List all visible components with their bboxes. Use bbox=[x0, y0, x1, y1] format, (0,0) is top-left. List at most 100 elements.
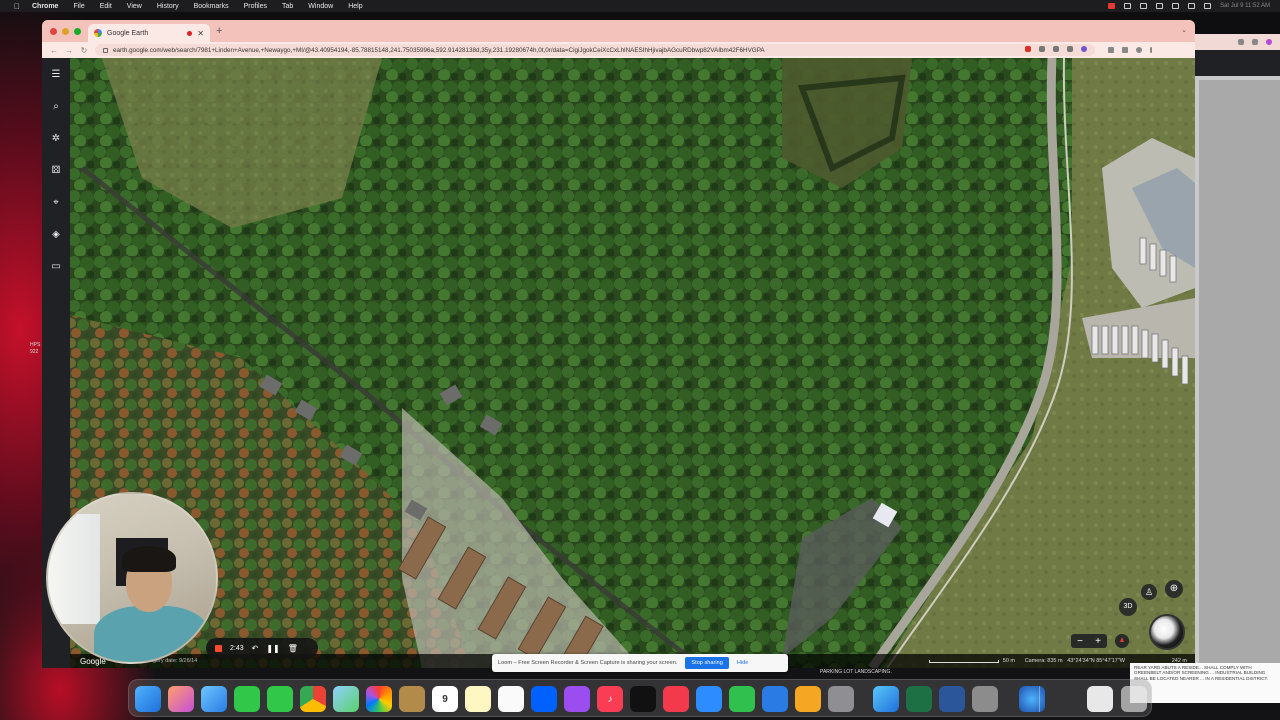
keynote-icon[interactable] bbox=[762, 686, 788, 712]
maximize-window-icon[interactable] bbox=[74, 28, 81, 35]
new-tab-button[interactable]: + bbox=[216, 25, 222, 37]
menu-window[interactable]: Window bbox=[308, 3, 333, 10]
photos-icon[interactable] bbox=[366, 686, 392, 712]
hide-banner-button[interactable]: Hide bbox=[737, 660, 749, 666]
downloads-stack-icon[interactable] bbox=[1087, 686, 1113, 712]
battery-icon[interactable] bbox=[1172, 3, 1180, 9]
close-tab-icon[interactable]: ✕ bbox=[197, 29, 204, 38]
messages-icon[interactable] bbox=[267, 686, 293, 712]
webcam-window bbox=[48, 514, 100, 624]
calendar-icon[interactable]: 9 bbox=[432, 686, 458, 712]
forward-icon[interactable]: → bbox=[65, 46, 73, 55]
mail-icon[interactable] bbox=[201, 686, 227, 712]
restart-icon[interactable]: ↶ bbox=[252, 644, 259, 653]
globe-overview-icon[interactable] bbox=[1149, 614, 1185, 650]
globe-app-icon[interactable] bbox=[1019, 686, 1045, 712]
back-icon[interactable]: ← bbox=[50, 46, 58, 55]
zoom-icon[interactable] bbox=[696, 686, 722, 712]
apple-tv-icon[interactable] bbox=[630, 686, 656, 712]
coordinates-readout: 43°24'34"N 85°47'17"W bbox=[1067, 658, 1125, 664]
voyager-icon[interactable]: ✲ bbox=[49, 132, 63, 146]
reload-icon[interactable]: ↻ bbox=[80, 46, 88, 55]
extension-loom-icon[interactable] bbox=[1081, 46, 1087, 52]
menu-tab[interactable]: Tab bbox=[282, 3, 293, 10]
menu-help[interactable]: Help bbox=[348, 3, 362, 10]
lock-icon[interactable] bbox=[103, 47, 108, 53]
screen-icon[interactable] bbox=[1124, 3, 1132, 9]
menu-clock[interactable]: Sat Jul 9 11:52 AM bbox=[1220, 3, 1270, 9]
stop-sharing-button[interactable]: Stop sharing bbox=[685, 657, 729, 669]
menu-app-name[interactable]: Chrome bbox=[32, 3, 58, 10]
reminders-icon[interactable] bbox=[498, 686, 524, 712]
menu-icon[interactable]: ☰ bbox=[49, 68, 63, 82]
menu-bookmarks[interactable]: Bookmarks bbox=[194, 3, 229, 10]
safari-icon[interactable] bbox=[873, 686, 899, 712]
trash-icon[interactable] bbox=[1121, 686, 1147, 712]
wifi-icon[interactable] bbox=[1140, 3, 1148, 9]
zoom-out-button[interactable]: − bbox=[1077, 636, 1083, 647]
excel-icon[interactable] bbox=[906, 686, 932, 712]
zoom-in-button[interactable]: + bbox=[1095, 636, 1101, 647]
menu-history[interactable]: History bbox=[157, 3, 179, 10]
podcasts-icon[interactable] bbox=[564, 686, 590, 712]
word-icon[interactable] bbox=[939, 686, 965, 712]
facetime-icon[interactable] bbox=[234, 686, 260, 712]
share-icon[interactable] bbox=[1053, 46, 1059, 52]
numbers-icon[interactable] bbox=[729, 686, 755, 712]
stop-recording-icon[interactable] bbox=[215, 644, 222, 652]
bluetooth-icon[interactable] bbox=[1156, 3, 1164, 9]
pause-icon[interactable]: ❚❚ bbox=[266, 644, 279, 653]
menu-file[interactable]: File bbox=[73, 3, 84, 10]
my-location-icon[interactable]: ⊕ bbox=[1165, 580, 1183, 598]
toggle-3d-button[interactable]: 3D bbox=[1119, 598, 1137, 616]
location-permission-icon[interactable] bbox=[1025, 46, 1031, 52]
profile-icon[interactable] bbox=[1266, 39, 1272, 45]
pages-icon[interactable] bbox=[795, 686, 821, 712]
menu-profiles[interactable]: Profiles bbox=[244, 3, 267, 10]
projects-icon[interactable]: ⌖ bbox=[49, 196, 63, 210]
pegman-icon[interactable]: ♙ bbox=[1141, 584, 1157, 600]
recording-indicator-icon bbox=[187, 30, 193, 36]
launchpad-icon[interactable] bbox=[168, 686, 194, 712]
loom-webcam-bubble[interactable] bbox=[46, 492, 218, 664]
toolbar-right-icons bbox=[1108, 47, 1152, 53]
contacts-icon[interactable] bbox=[399, 686, 425, 712]
dropbox-icon[interactable] bbox=[531, 686, 557, 712]
url-text[interactable]: earth.google.com/web/search/7981+Linden+… bbox=[113, 47, 765, 54]
system-settings-icon[interactable] bbox=[828, 686, 854, 712]
spotlight-icon[interactable] bbox=[1188, 3, 1196, 9]
bookmark-star-icon[interactable] bbox=[1067, 46, 1073, 52]
chrome-icon[interactable] bbox=[300, 686, 326, 712]
preview-icon[interactable] bbox=[972, 686, 998, 712]
record-status-icon[interactable] bbox=[1108, 3, 1116, 9]
map-style-icon[interactable]: ◈ bbox=[49, 228, 63, 242]
camera-permission-icon[interactable] bbox=[1039, 46, 1045, 52]
extensions-puzzle-icon[interactable] bbox=[1108, 47, 1114, 53]
bookmark-icon[interactable] bbox=[1252, 39, 1258, 45]
measure-icon[interactable]: ▭ bbox=[49, 260, 63, 274]
finder-icon[interactable] bbox=[135, 686, 161, 712]
maps-icon[interactable] bbox=[333, 686, 359, 712]
compass-icon[interactable] bbox=[1115, 634, 1129, 648]
feeling-lucky-icon[interactable]: ⚄ bbox=[49, 164, 63, 178]
sidepanel-icon[interactable] bbox=[1122, 47, 1128, 53]
music-icon[interactable]: ♪ bbox=[597, 686, 623, 712]
minimize-window-icon[interactable] bbox=[62, 28, 69, 35]
control-center-icon[interactable] bbox=[1204, 3, 1212, 9]
profile-avatar-icon[interactable] bbox=[1136, 47, 1142, 53]
extension-icon[interactable] bbox=[1238, 39, 1244, 45]
scale-label: 50 m bbox=[1002, 658, 1015, 664]
delete-icon[interactable]: 🗑 bbox=[288, 644, 298, 653]
notes-icon[interactable] bbox=[465, 686, 491, 712]
tab-search-chevron-icon[interactable]: ⌄ bbox=[1181, 26, 1187, 34]
address-bar[interactable]: earth.google.com/web/search/7981+Linden+… bbox=[95, 44, 1095, 56]
menu-view[interactable]: View bbox=[127, 3, 142, 10]
news-icon[interactable] bbox=[663, 686, 689, 712]
window-controls bbox=[50, 28, 81, 35]
close-window-icon[interactable] bbox=[50, 28, 57, 35]
tab-google-earth[interactable]: Google Earth ✕ bbox=[88, 24, 210, 42]
search-icon[interactable]: ⌕ bbox=[49, 100, 63, 114]
apple-icon[interactable]:  bbox=[14, 2, 20, 11]
menu-edit[interactable]: Edit bbox=[100, 3, 112, 10]
more-menu-icon[interactable] bbox=[1150, 47, 1152, 53]
